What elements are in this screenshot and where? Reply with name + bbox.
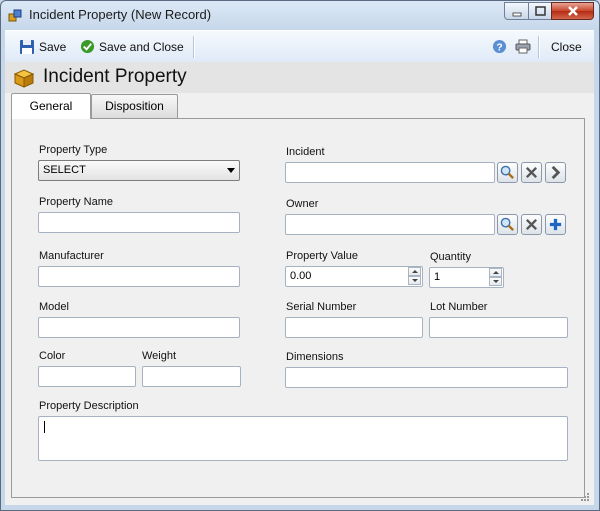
lot-number-label: Lot Number	[430, 301, 488, 313]
minimize-button[interactable]	[504, 2, 529, 20]
quantity-label: Quantity	[430, 251, 471, 263]
magnifier-icon	[500, 217, 514, 231]
close-button[interactable]: Close	[551, 31, 582, 62]
close-label: Close	[551, 39, 582, 54]
header-band: Incident Property	[5, 62, 594, 93]
maximize-button[interactable]	[528, 2, 552, 20]
weight-field[interactable]	[142, 366, 241, 387]
dimensions-field[interactable]	[285, 367, 568, 388]
property-value-stepper[interactable]: 0.00	[285, 266, 423, 287]
property-value-value: 0.00	[290, 270, 312, 282]
property-type-value: SELECT	[43, 164, 86, 176]
serial-number-label: Serial Number	[286, 301, 357, 313]
text-caret	[44, 421, 45, 433]
manufacturer-field[interactable]	[38, 266, 240, 287]
owner-clear-button[interactable]	[521, 214, 542, 235]
window-close-button[interactable]	[551, 2, 594, 20]
save-button[interactable]: Save	[19, 31, 66, 62]
chevron-right-icon	[551, 165, 561, 180]
check-circle-icon	[80, 39, 95, 54]
property-type-select[interactable]: SELECT	[38, 160, 240, 181]
property-description-label: Property Description	[39, 400, 139, 412]
tab-disposition[interactable]: Disposition	[91, 94, 178, 118]
toolbar-separator	[538, 36, 540, 58]
save-and-close-button[interactable]: Save and Close	[80, 31, 184, 62]
form-content: Incident Property General Disposition Pr…	[5, 62, 594, 505]
owner-add-button[interactable]	[545, 214, 566, 235]
quantity-value: 1	[434, 271, 441, 283]
save-label: Save	[39, 39, 67, 54]
owner-search-button[interactable]	[497, 214, 518, 235]
serial-number-field[interactable]	[285, 317, 423, 338]
minimize-icon	[512, 12, 522, 17]
x-icon	[525, 166, 538, 179]
manufacturer-label: Manufacturer	[39, 250, 104, 262]
lot-number-field[interactable]	[429, 317, 568, 338]
color-label: Color	[39, 350, 66, 362]
incident-clear-button[interactable]	[521, 162, 542, 183]
close-icon	[568, 6, 578, 16]
spin-down-icon[interactable]	[408, 276, 421, 285]
model-field[interactable]	[38, 317, 240, 338]
color-field[interactable]	[38, 366, 136, 387]
page-title: Incident Property	[43, 66, 187, 87]
help-button[interactable]: ?	[492, 31, 511, 62]
incident-field[interactable]	[285, 162, 495, 183]
incident-label: Incident	[286, 146, 325, 158]
printer-icon	[515, 39, 531, 54]
incident-property-window: Incident Property (New Record) Save Save…	[0, 0, 600, 511]
property-name-field[interactable]	[38, 212, 240, 233]
general-tab-panel: Property Type SELECT Incident Property N…	[11, 118, 585, 498]
floppy-disk-icon	[20, 39, 34, 54]
title-bar[interactable]: Incident Property (New Record)	[1, 1, 599, 29]
package-icon	[13, 69, 35, 88]
maximize-icon	[535, 6, 546, 16]
print-button[interactable]	[515, 31, 535, 62]
help-icon: ?	[492, 39, 507, 53]
model-label: Model	[39, 301, 69, 313]
owner-field[interactable]	[285, 214, 495, 235]
save-and-close-label: Save and Close	[99, 39, 184, 54]
quantity-stepper[interactable]: 1	[429, 267, 504, 288]
package-icon	[8, 9, 22, 22]
property-description-field[interactable]	[38, 416, 568, 461]
incident-search-button[interactable]	[497, 162, 518, 183]
chevron-down-icon	[227, 168, 235, 173]
spin-up-icon[interactable]	[408, 267, 421, 276]
svg-text:?: ?	[496, 42, 502, 53]
toolbar: Save Save and Close ? Close	[5, 30, 594, 63]
property-value-label: Property Value	[286, 250, 358, 262]
spin-up-icon[interactable]	[489, 268, 502, 277]
property-name-label: Property Name	[39, 196, 113, 208]
resize-grip-icon[interactable]	[580, 492, 590, 502]
spin-down-icon[interactable]	[489, 277, 502, 286]
plus-icon	[549, 218, 562, 231]
dimensions-label: Dimensions	[286, 351, 344, 363]
weight-label: Weight	[142, 350, 177, 362]
toolbar-separator	[193, 36, 195, 58]
tab-general[interactable]: General	[11, 93, 91, 119]
window-title: Incident Property (New Record)	[29, 7, 212, 22]
incident-navigate-button[interactable]	[545, 162, 566, 183]
owner-label: Owner	[286, 198, 319, 210]
quantity-spinner[interactable]	[489, 268, 502, 287]
property-type-label: Property Type	[39, 144, 108, 156]
magnifier-icon	[500, 165, 514, 179]
x-icon	[525, 218, 538, 231]
property-value-spinner[interactable]	[408, 267, 421, 286]
